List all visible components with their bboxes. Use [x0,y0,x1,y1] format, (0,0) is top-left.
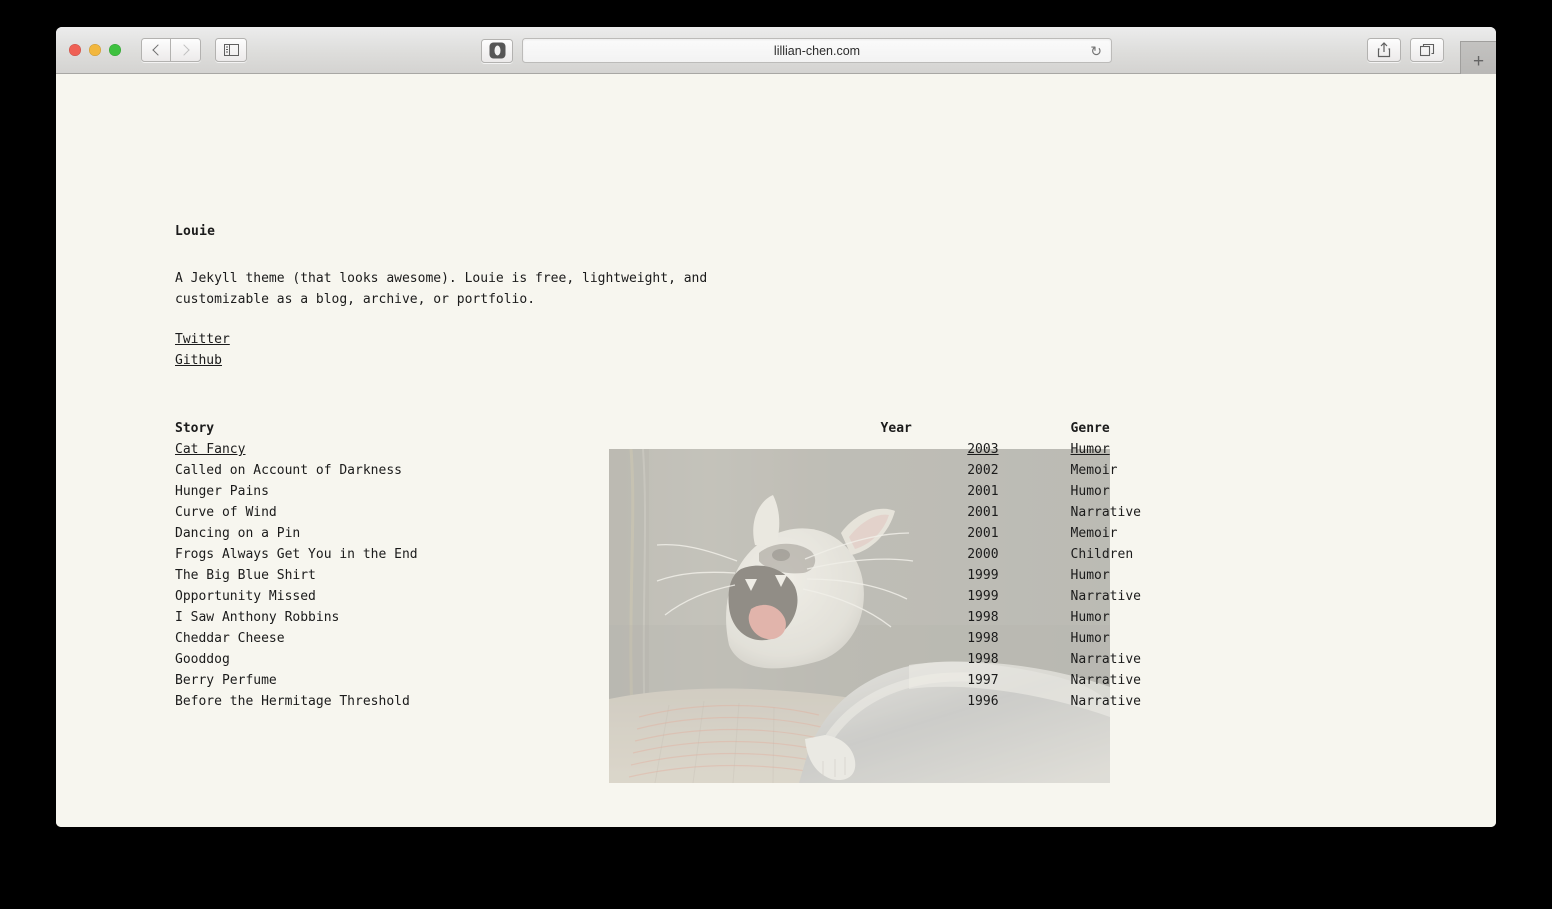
page-title: Louie [175,224,216,239]
cell-genre: Humor [1070,568,1110,583]
social-links: Twitter Github [175,329,1496,371]
table-header-row: Story Year Genre [175,418,1141,439]
cell-genre: Children [1070,547,1134,562]
share-icon [1377,42,1391,58]
table-row[interactable]: Curve of Wind 2001 Narrative [175,502,1141,523]
cell-genre: Narrative [1070,652,1141,667]
story-table-head: Story Year Genre [175,418,1141,439]
sidebar-toggle-button[interactable] [215,38,247,62]
table-row[interactable]: Cheddar Cheese 1998 Humor [175,628,1141,649]
cell-story[interactable]: Cheddar Cheese [175,628,881,649]
cell-story[interactable]: I Saw Anthony Robbins [175,607,881,628]
cell-year: 1996 [967,694,999,709]
table-row[interactable]: I Saw Anthony Robbins 1998 Humor [175,607,1141,628]
cell-year: 1998 [967,631,999,646]
table-row[interactable]: Before the Hermitage Threshold 1996 Narrat… [175,691,1141,712]
window-controls [69,44,121,56]
cell-year: 2001 [967,526,999,541]
cell-story[interactable]: The Big Blue Shirt [175,565,881,586]
cell-year: 1999 [967,589,999,604]
chevron-right-icon [178,44,190,56]
cell-story[interactable]: Berry Perfume [175,670,881,691]
sidebar-icon [223,44,239,56]
cell-genre: Narrative [1070,673,1141,688]
cell-genre: Humor [1070,631,1110,646]
cell-genre: Memoir [1070,526,1118,541]
cell-story[interactable]: Curve of Wind [175,502,881,523]
reload-icon[interactable]: ↻ [1090,44,1102,58]
tabs-icon [1419,43,1434,57]
story-table-body: Cat Fancy 2003 Humor Called on Account of D… [175,439,1141,712]
cell-year: 1999 [967,568,999,583]
address-bar-area: lillian-chen.com ↻ [481,38,1112,63]
cell-genre: Narrative [1070,589,1141,604]
cell-story[interactable]: Hunger Pains [175,481,881,502]
table-row[interactable]: Cat Fancy 2003 Humor [175,439,1141,460]
column-header-genre: Genre [1070,421,1110,436]
chevron-left-icon [151,44,164,56]
table-row[interactable]: Hunger Pains 2001 Humor [175,481,1141,502]
table-row[interactable]: Gooddog 1998 Narrative [175,649,1141,670]
cell-year: 2000 [967,547,999,562]
link-twitter[interactable]: Twitter [175,329,1496,350]
url-input[interactable]: lillian-chen.com ↻ [522,38,1112,63]
cell-story[interactable]: Cat Fancy [175,439,881,460]
cell-story[interactable]: Dancing on a Pin [175,523,881,544]
cell-genre: Memoir [1070,463,1118,478]
maximize-window-button[interactable] [109,44,121,56]
cell-story[interactable]: Frogs Always Get You in the End [175,544,881,565]
url-text: lillian-chen.com [773,43,861,58]
column-header-year: Year [880,421,912,436]
table-row[interactable]: Berry Perfume 1997 Narrative [175,670,1141,691]
cell-year: 1998 [967,610,999,625]
forward-button[interactable] [171,38,201,62]
page-content: Louie A Jekyll theme (that looks awesome… [56,74,1496,712]
minimize-window-button[interactable] [89,44,101,56]
browser-toolbar: lillian-chen.com ↻ + [56,27,1496,81]
page-viewport: Louie A Jekyll theme (that looks awesome… [56,74,1496,827]
table-row[interactable]: Frogs Always Get You in the End 2000 Child… [175,544,1141,565]
cell-year: 1998 [967,652,999,667]
cell-year: 2003 [967,442,999,457]
cell-genre: Narrative [1070,694,1141,709]
story-link[interactable]: Cat Fancy [175,442,245,457]
cell-year: 2001 [967,484,999,499]
privacy-shield-button[interactable] [481,38,513,63]
cell-genre: Narrative [1070,505,1141,520]
column-header-story: Story [175,421,215,436]
cell-year: 2002 [967,463,999,478]
cell-year: 2001 [967,505,999,520]
cell-genre: Humor [1070,442,1110,457]
cell-story[interactable]: Opportunity Missed [175,586,881,607]
story-table: Story Year Genre Cat Fancy 2003 Humor Calle… [175,418,1141,712]
cell-genre: Humor [1070,610,1110,625]
cell-genre: Humor [1070,484,1110,499]
intro-paragraph: A Jekyll theme (that looks awesome). Lou… [175,271,708,307]
table-row[interactable]: Called on Account of Darkness 2002 Memoir [175,460,1141,481]
navigation-buttons [141,38,201,62]
show-tabs-button[interactable] [1410,38,1444,62]
table-row[interactable]: The Big Blue Shirt 1999 Humor [175,565,1141,586]
back-button[interactable] [141,38,171,62]
toolbar-right-buttons [1367,38,1444,62]
close-window-button[interactable] [69,44,81,56]
shield-icon [489,42,505,59]
cell-year: 1997 [967,673,999,688]
link-github[interactable]: Github [175,350,1496,371]
table-row[interactable]: Dancing on a Pin 2001 Memoir [175,523,1141,544]
table-row[interactable]: Opportunity Missed 1999 Narrative [175,586,1141,607]
share-button[interactable] [1367,38,1401,62]
cell-story[interactable]: Gooddog [175,649,881,670]
cell-story[interactable]: Called on Account of Darkness [175,460,881,481]
cell-story[interactable]: Before the Hermitage Threshold [175,691,881,712]
browser-window: lillian-chen.com ↻ + Louie A Jekyll them… [56,27,1496,827]
